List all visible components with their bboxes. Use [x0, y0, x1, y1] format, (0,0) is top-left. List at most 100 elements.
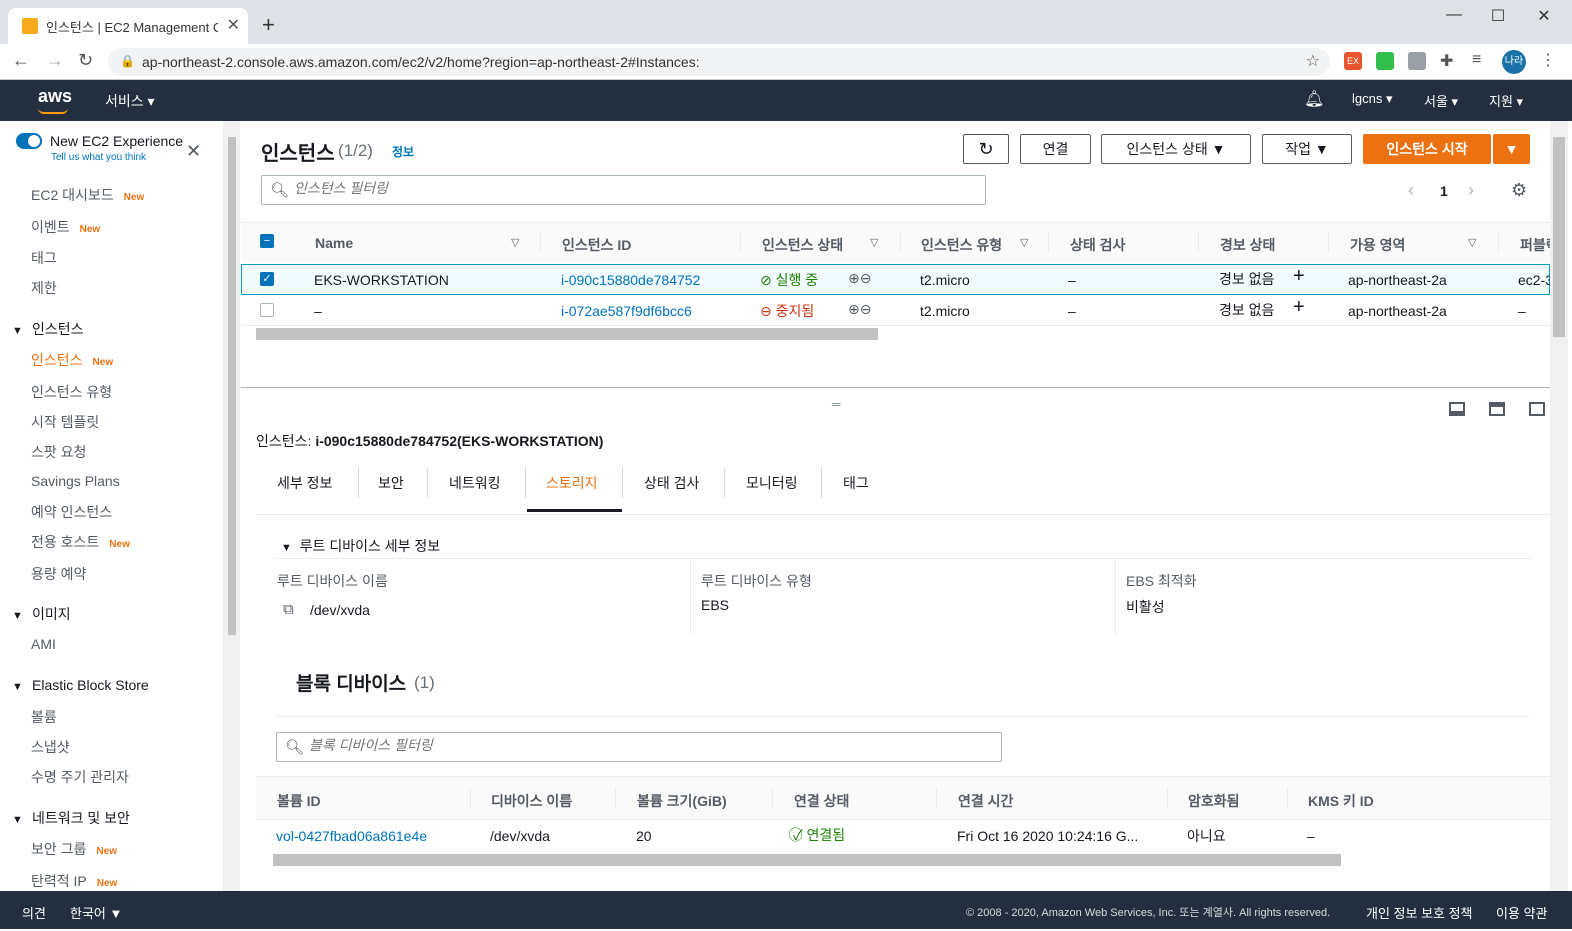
media-playlist-icon[interactable]: ≡: [1472, 51, 1481, 69]
block-device-filter-input[interactable]: [309, 737, 961, 753]
select-all-checkbox[interactable]: −: [260, 234, 274, 248]
row-checkbox[interactable]: ✓: [260, 272, 274, 286]
col-attach-status[interactable]: 연결 상태: [794, 791, 849, 811]
launch-instance-button[interactable]: 인스턴스 시작: [1363, 134, 1491, 164]
copy-icon[interactable]: ⧉: [283, 601, 294, 618]
sidebar-scrollbar[interactable]: [224, 121, 240, 891]
block-device-filter[interactable]: 🔍︎: [276, 732, 1002, 762]
sidebar-item-savings-plans[interactable]: Savings Plans: [31, 473, 120, 489]
reload-icon[interactable]: ↻: [78, 50, 93, 71]
extension-v-icon[interactable]: [1408, 52, 1426, 70]
pane-side-icon[interactable]: [1489, 402, 1505, 416]
volume-id-link[interactable]: vol-0427fbad06a861e4e: [276, 828, 427, 844]
extension-green-icon[interactable]: [1376, 52, 1394, 70]
col-status-check[interactable]: 상태 검사: [1070, 235, 1125, 255]
prev-page-icon[interactable]: ‹: [1408, 180, 1414, 201]
col-name[interactable]: Name: [315, 235, 353, 251]
pane-bottom-icon[interactable]: [1449, 402, 1465, 416]
sidebar-item-security-groups[interactable]: 보안 그룹 New: [31, 839, 117, 859]
profile-avatar[interactable]: 나라: [1502, 50, 1526, 74]
sidebar-item-launch-templates[interactable]: 시작 템플릿: [31, 412, 99, 432]
sidebar-item-spot-requests[interactable]: 스팟 요청: [31, 442, 86, 462]
page-number[interactable]: 1: [1440, 183, 1448, 199]
privacy-policy-link[interactable]: 개인 정보 보호 정책: [1366, 903, 1473, 922]
table-hscroll-thumb[interactable]: [256, 328, 878, 340]
browser-menu-icon[interactable]: ⋮: [1540, 50, 1556, 70]
sidebar-item-instances[interactable]: 인스턴스 New: [31, 350, 113, 370]
sidebar-item-instance-types[interactable]: 인스턴스 유형: [31, 382, 112, 402]
extensions-puzzle-icon[interactable]: ✚: [1440, 51, 1453, 71]
url-field[interactable]: 🔒 ap-northeast-2.console.aws.amazon.com/…: [108, 48, 1330, 76]
account-menu[interactable]: lgcns ▾: [1352, 91, 1393, 107]
refresh-button[interactable]: ↻: [963, 134, 1009, 164]
services-menu[interactable]: 서비스 ▾: [105, 91, 155, 111]
sidebar-item-tags[interactable]: 태그: [31, 248, 57, 268]
browser-tab[interactable]: 인스턴스 | EC2 Management Co ✕: [8, 8, 248, 44]
connect-button[interactable]: 연결: [1020, 134, 1091, 164]
sort-icon[interactable]: ▽: [1468, 236, 1476, 249]
tab-monitoring[interactable]: 모니터링: [746, 473, 798, 493]
sidebar-item-capacity-reservations[interactable]: 용량 예약: [31, 564, 86, 584]
col-volume-id[interactable]: 볼륨 ID: [277, 791, 321, 811]
main-scrollbar[interactable]: [1550, 121, 1568, 891]
back-icon[interactable]: ←: [12, 50, 30, 71]
sort-icon[interactable]: ▽: [511, 236, 519, 249]
sidebar-item-dashboard[interactable]: EC2 대시보드 New: [31, 185, 144, 205]
instance-filter-input[interactable]: [294, 180, 945, 196]
aws-logo[interactable]: aws: [38, 86, 72, 107]
extension-ex-icon[interactable]: EX: [1344, 52, 1362, 70]
sidebar-item-lifecycle-manager[interactable]: 수명 주기 관리자: [31, 767, 129, 787]
tab-status-checks[interactable]: 상태 검사: [644, 473, 699, 493]
table-row[interactable]: [256, 821, 1550, 851]
row-checkbox[interactable]: [260, 303, 274, 317]
col-volume-size[interactable]: 볼륨 크기(GiB): [637, 791, 727, 811]
col-availability-zone[interactable]: 가용 영역: [1350, 235, 1405, 255]
sidebar-item-ami[interactable]: AMI: [31, 636, 56, 652]
col-attach-time[interactable]: 연결 시간: [958, 791, 1013, 811]
tab-security[interactable]: 보안: [378, 473, 404, 493]
sidebar-group-instances[interactable]: ▼ 인스턴스: [12, 319, 84, 339]
sidebar-item-elastic-ips[interactable]: 탄력적 IP New: [31, 871, 117, 891]
tab-networking[interactable]: 네트워킹: [449, 473, 501, 493]
add-alarm-icon[interactable]: +: [1293, 265, 1305, 288]
row-instance-id-link[interactable]: i-072ae587f9df6bcc6: [561, 303, 692, 319]
sidebar-item-events[interactable]: 이벤트 New: [31, 217, 100, 237]
zoom-icons[interactable]: ⊕⊖: [848, 270, 871, 287]
zoom-icons[interactable]: ⊕⊖: [848, 301, 871, 318]
tab-details[interactable]: 세부 정보: [277, 473, 332, 493]
settings-gear-icon[interactable]: ⚙: [1511, 180, 1527, 201]
sidebar-item-reserved-instances[interactable]: 예약 인스턴스: [31, 502, 112, 522]
col-instance-type[interactable]: 인스턴스 유형: [921, 235, 1002, 255]
col-alarm-status[interactable]: 경보 상태: [1220, 235, 1275, 255]
feedback-link[interactable]: 의견: [22, 903, 46, 922]
sidebar-group-images[interactable]: ▼ 이미지: [12, 604, 71, 624]
info-link[interactable]: 정보: [392, 143, 414, 160]
col-instance-id[interactable]: 인스턴스 ID: [562, 235, 631, 255]
support-menu[interactable]: 지원 ▾: [1489, 91, 1523, 110]
new-tab-icon[interactable]: +: [262, 12, 275, 38]
sidebar-group-network[interactable]: ▼ 네트워크 및 보안: [12, 808, 130, 828]
pane-full-icon[interactable]: [1529, 402, 1545, 416]
col-public[interactable]: 퍼블릭: [1520, 235, 1550, 255]
new-experience-toggle[interactable]: [16, 133, 42, 149]
sidebar-item-dedicated-hosts[interactable]: 전용 호스트 New: [31, 532, 130, 552]
sort-icon[interactable]: ▽: [870, 236, 878, 249]
col-instance-state[interactable]: 인스턴스 상태: [762, 235, 843, 255]
sidebar-item-volumes[interactable]: 볼륨: [31, 707, 57, 727]
col-encrypted[interactable]: 암호화됨: [1188, 791, 1240, 811]
next-page-icon[interactable]: ›: [1468, 180, 1474, 201]
tab-tags[interactable]: 태그: [843, 473, 869, 493]
close-icon[interactable]: ✕: [186, 141, 201, 162]
notification-bell-icon[interactable]: 🔔︎: [1304, 89, 1324, 109]
block-table-hscroll-thumb[interactable]: [273, 854, 1341, 866]
tab-close-icon[interactable]: ✕: [227, 15, 240, 35]
add-alarm-icon[interactable]: +: [1293, 296, 1305, 319]
forward-icon[interactable]: →: [46, 50, 64, 71]
language-menu[interactable]: 한국어 ▼: [70, 903, 122, 922]
region-menu[interactable]: 서울 ▾: [1424, 91, 1458, 110]
sidebar-item-snapshots[interactable]: 스냅샷: [31, 737, 70, 757]
sidebar-group-ebs[interactable]: ▼ Elastic Block Store: [12, 677, 149, 693]
tab-storage[interactable]: 스토리지: [546, 473, 598, 493]
sidebar-item-limits[interactable]: 제한: [31, 278, 57, 298]
col-device-name[interactable]: 디바이스 이름: [491, 791, 572, 811]
